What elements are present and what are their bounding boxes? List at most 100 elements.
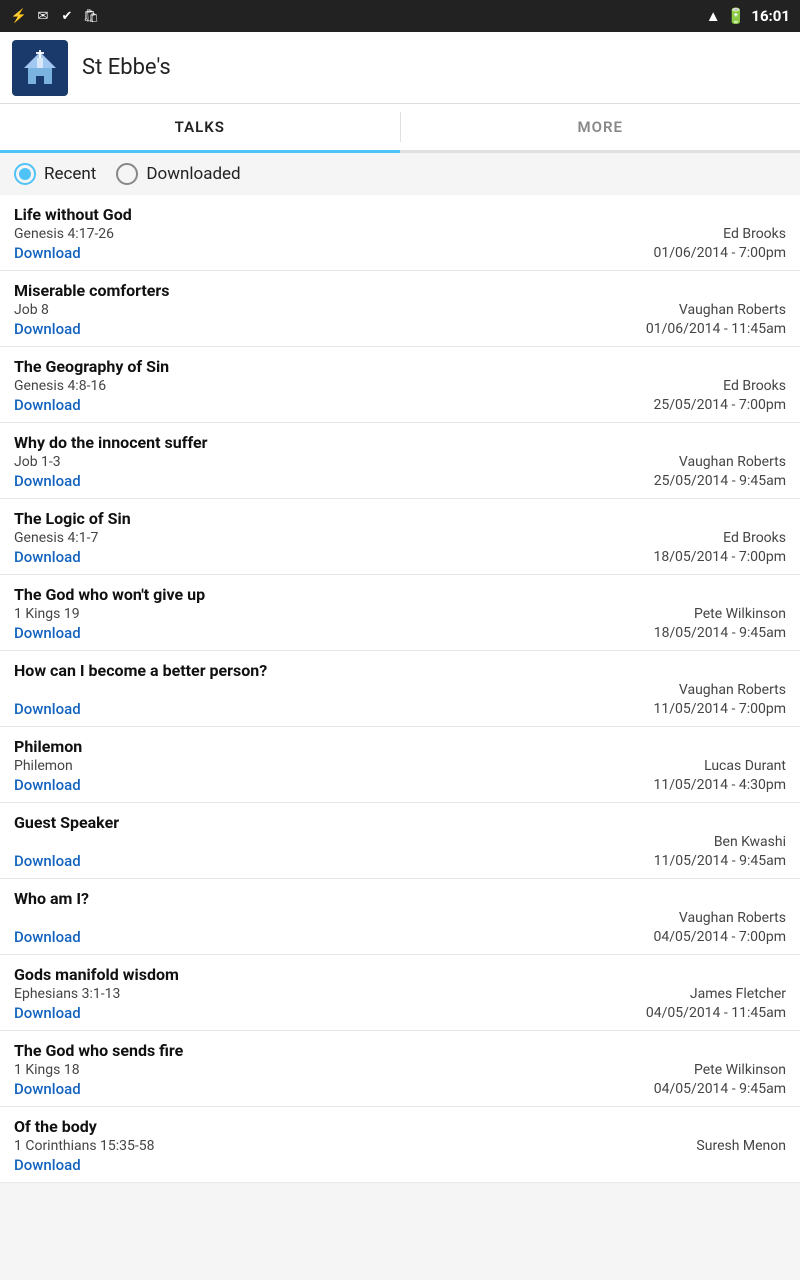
shop-icon: 🛍 bbox=[82, 7, 100, 25]
talk-datetime: 11/05/2014 - 9:45am bbox=[654, 853, 786, 869]
talk-download-row: Download 04/05/2014 - 7:00pm bbox=[14, 928, 786, 946]
talk-ref: Genesis 4:8-16 bbox=[14, 378, 106, 394]
talk-speaker: Pete Wilkinson bbox=[694, 606, 786, 622]
talk-speaker: Ed Brooks bbox=[723, 530, 786, 546]
download-button[interactable]: Download bbox=[14, 472, 81, 490]
talk-datetime: 25/05/2014 - 9:45am bbox=[654, 473, 786, 489]
talk-title: Who am I? bbox=[14, 889, 786, 908]
talk-details-row: 1 Corinthians 15:35-58 Suresh Menon bbox=[14, 1138, 786, 1154]
download-button[interactable]: Download bbox=[14, 1080, 81, 1098]
talk-speaker: James Fletcher bbox=[690, 986, 786, 1002]
tab-talks[interactable]: TALKS bbox=[0, 104, 400, 150]
talk-item: The God who won't give up1 Kings 19Pete … bbox=[0, 575, 800, 651]
download-button[interactable]: Download bbox=[14, 1004, 81, 1022]
tab-more[interactable]: MORE bbox=[401, 104, 800, 150]
talk-download-row: Download04/05/2014 - 9:45am bbox=[14, 1080, 786, 1098]
app-logo bbox=[12, 40, 68, 96]
download-button[interactable]: Download bbox=[14, 244, 81, 262]
talk-datetime: 11/05/2014 - 4:30pm bbox=[654, 777, 786, 793]
talk-item: Of the body 1 Corinthians 15:35-58 Suresh … bbox=[0, 1107, 800, 1183]
download-button[interactable]: Download bbox=[14, 320, 81, 338]
talk-item: The God who sends fire 1 Kings 18 Pete Wil… bbox=[0, 1031, 800, 1107]
talk-title: Life without God bbox=[14, 205, 786, 224]
talk-ref: 1 Corinthians 15:35-58 bbox=[14, 1138, 155, 1154]
radio-recent[interactable]: Recent bbox=[14, 163, 96, 185]
talk-details-row: Philemon Lucas Durant bbox=[14, 758, 786, 774]
talk-item: Miserable comforters Job 8 Vaughan Roberts… bbox=[0, 271, 800, 347]
talk-speaker: Suresh Menon bbox=[696, 1138, 786, 1154]
talk-datetime: 04/05/2014 - 11:45am bbox=[646, 1005, 786, 1021]
talk-details-row: Genesis 4:1-7 Ed Brooks bbox=[14, 530, 786, 546]
talk-speaker: Vaughan Roberts bbox=[679, 302, 786, 318]
talk-item: Who am I?Vaughan RobertsDownload04/05/20… bbox=[0, 879, 800, 955]
talk-item: The Geography of Sin Genesis 4:8-16 Ed Bro… bbox=[0, 347, 800, 423]
app-header: St Ebbe's bbox=[0, 32, 800, 104]
talk-ref: Philemon bbox=[14, 758, 73, 774]
talk-datetime: 04/05/2014 - 7:00pm bbox=[654, 929, 786, 945]
talk-speaker: Ed Brooks bbox=[723, 226, 786, 242]
radio-recent-label: Recent bbox=[44, 164, 96, 184]
download-button[interactable]: Download bbox=[14, 624, 81, 642]
talk-title: Miserable comforters bbox=[14, 281, 786, 300]
tabs-container: TALKS MORE bbox=[0, 104, 800, 153]
download-button[interactable]: Download bbox=[14, 396, 81, 414]
radio-recent-circle bbox=[14, 163, 36, 185]
talk-item: The Logic of Sin Genesis 4:1-7 Ed Brooks Do… bbox=[0, 499, 800, 575]
talk-datetime: 18/05/2014 - 9:45am bbox=[654, 625, 786, 641]
talk-item: Why do the innocent suffer Job 1-3Vaughan… bbox=[0, 423, 800, 499]
download-button[interactable]: Download bbox=[14, 776, 81, 794]
talk-title: Philemon bbox=[14, 737, 786, 756]
talk-title: Guest Speaker bbox=[14, 813, 786, 832]
usb-icon: ⚡ bbox=[10, 7, 28, 25]
talk-title: The Geography of Sin bbox=[14, 357, 786, 376]
gmail-icon: ✉ bbox=[34, 7, 52, 25]
download-button[interactable]: Download bbox=[14, 548, 81, 566]
talk-title: The Logic of Sin bbox=[14, 509, 786, 528]
download-button[interactable]: Download bbox=[14, 852, 81, 870]
status-icons-right: ▲ 🔋 16:01 bbox=[706, 7, 790, 25]
talk-item: Philemon Philemon Lucas Durant Download 11/0… bbox=[0, 727, 800, 803]
talk-speaker: Pete Wilkinson bbox=[694, 1062, 786, 1078]
talk-download-row: Download 25/05/2014 - 9:45am bbox=[14, 472, 786, 490]
talk-download-row: Download 11/05/2014 - 9:45am bbox=[14, 852, 786, 870]
talk-title: Of the body bbox=[14, 1117, 786, 1136]
app-title: St Ebbe's bbox=[82, 55, 171, 80]
talk-title: Why do the innocent suffer bbox=[14, 433, 786, 452]
talk-speaker: Lucas Durant bbox=[704, 758, 786, 774]
talk-details-row: Genesis 4:8-16 Ed Brooks bbox=[14, 378, 786, 394]
talk-datetime: 01/06/2014 - 7:00pm bbox=[654, 245, 786, 261]
talk-speaker: Ed Brooks bbox=[723, 378, 786, 394]
talk-datetime: 01/06/2014 - 11:45am bbox=[646, 321, 786, 337]
talk-datetime: 11/05/2014 - 7:00pm bbox=[654, 701, 786, 717]
talk-ref: Genesis 4:1-7 bbox=[14, 530, 98, 546]
talk-speaker: Ben Kwashi bbox=[14, 834, 786, 850]
talk-title: The God who sends fire bbox=[14, 1041, 786, 1060]
talk-ref: 1 Kings 19 bbox=[14, 606, 80, 622]
task-icon: ✔ bbox=[58, 7, 76, 25]
filter-radio-row: Recent Downloaded bbox=[0, 153, 800, 195]
talk-download-row: Download 11/05/2014 - 4:30pm bbox=[14, 776, 786, 794]
talk-details-row: 1 Kings 19 Pete Wilkinson bbox=[14, 606, 786, 622]
talk-item: Gods manifold wisdom Ephesians 3:1-13Jame… bbox=[0, 955, 800, 1031]
radio-recent-inner bbox=[19, 168, 31, 180]
talk-speaker: Vaughan Roberts bbox=[14, 682, 786, 698]
talk-item: Guest Speaker Ben Kwashi Download 11/05/201… bbox=[0, 803, 800, 879]
talk-details-row: Genesis 4:17-26Ed Brooks bbox=[14, 226, 786, 242]
talk-details-row: Job 8 Vaughan Roberts bbox=[14, 302, 786, 318]
talk-speaker: Vaughan Roberts bbox=[679, 454, 786, 470]
download-button[interactable]: Download bbox=[14, 700, 81, 718]
radio-downloaded[interactable]: Downloaded bbox=[116, 163, 240, 185]
talk-download-row: Download 01/06/2014 - 7:00pm bbox=[14, 244, 786, 262]
download-button[interactable]: Download bbox=[14, 1156, 81, 1174]
talk-item: How can I become a better person? Vaughan… bbox=[0, 651, 800, 727]
talk-title: Gods manifold wisdom bbox=[14, 965, 786, 984]
talks-list: Life without God Genesis 4:17-26Ed Brooks… bbox=[0, 195, 800, 1183]
download-button[interactable]: Download bbox=[14, 928, 81, 946]
talk-ref: 1 Kings 18 bbox=[14, 1062, 80, 1078]
talk-details-row: Job 1-3Vaughan Roberts bbox=[14, 454, 786, 470]
talk-ref: Job 8 bbox=[14, 302, 49, 318]
talk-details-row: Ephesians 3:1-13James Fletcher bbox=[14, 986, 786, 1002]
talk-download-row: Download 18/05/2014 - 9:45am bbox=[14, 624, 786, 642]
radio-downloaded-label: Downloaded bbox=[146, 164, 240, 184]
talk-title: How can I become a better person? bbox=[14, 661, 786, 680]
